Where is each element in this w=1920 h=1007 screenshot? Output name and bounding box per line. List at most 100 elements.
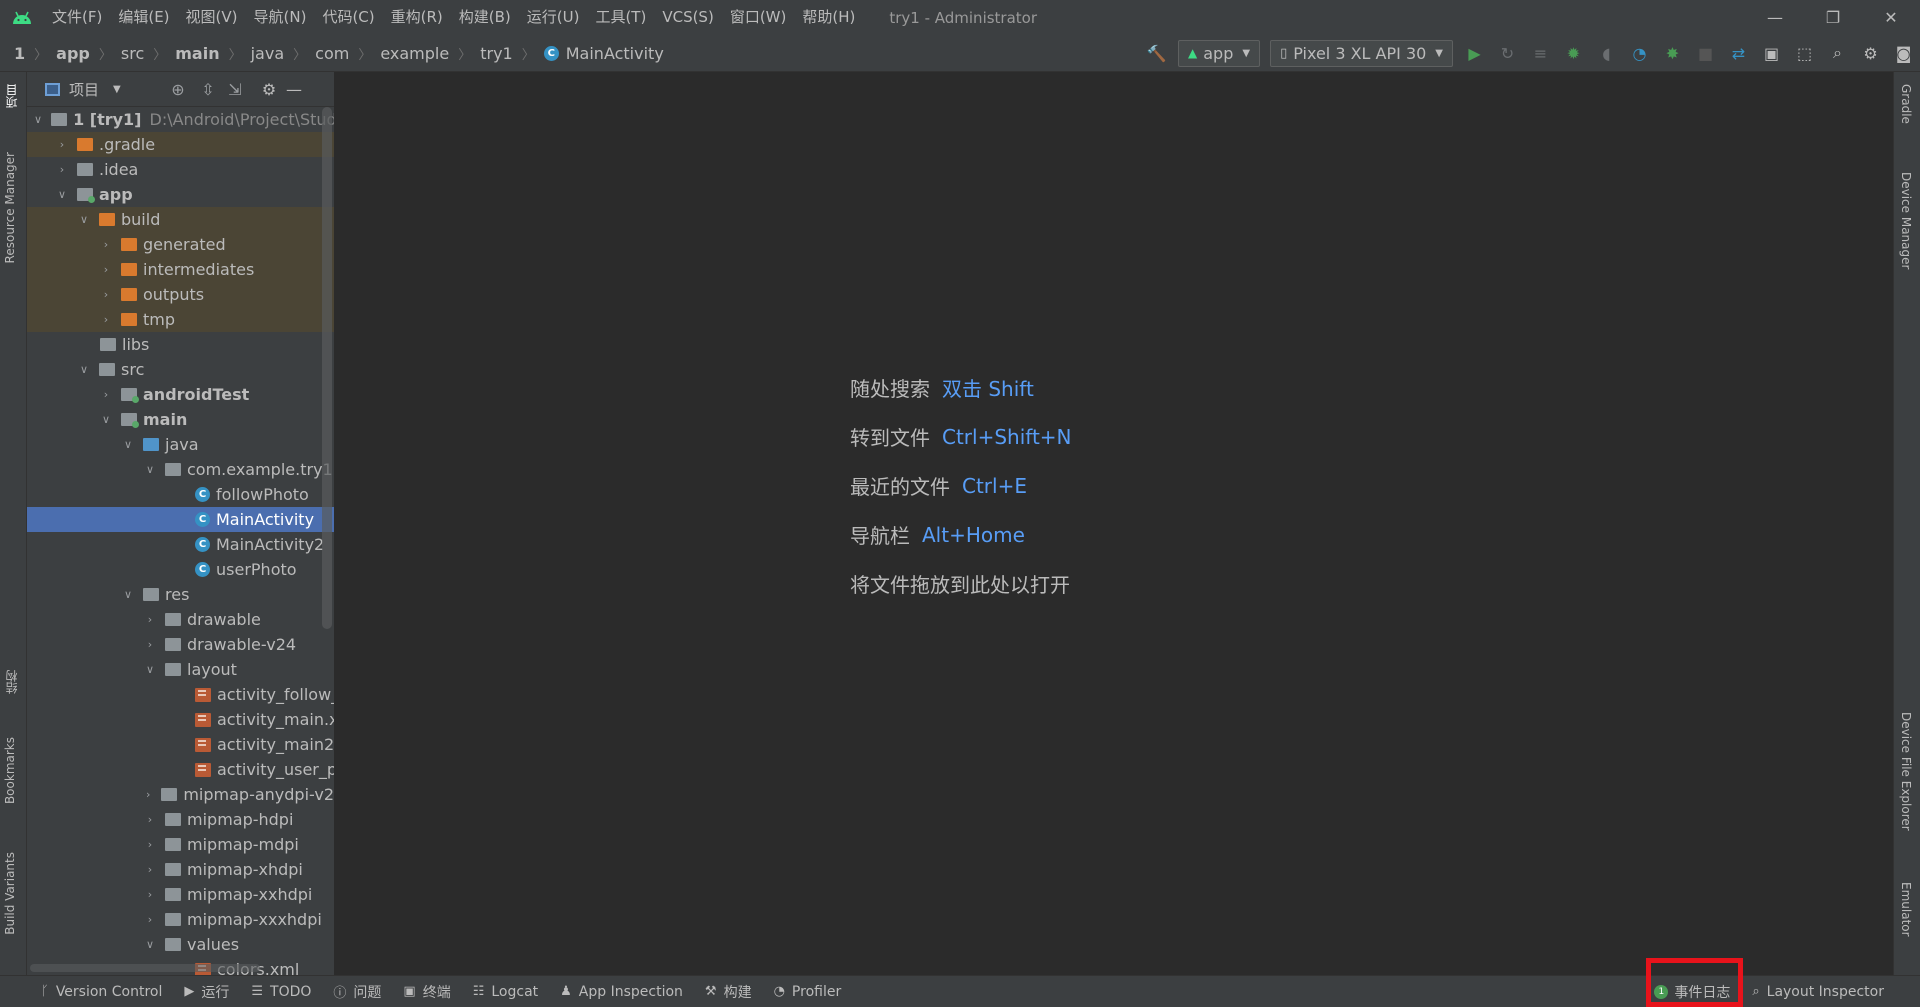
locate-file-icon[interactable]: ⊕	[163, 72, 193, 107]
tree-item-drawable-v24[interactable]: › drawable-v24	[27, 632, 334, 657]
run-config-dropdown[interactable]: ▲ app ▼	[1178, 39, 1261, 67]
menu-help[interactable]: 帮助(H)	[794, 0, 863, 35]
close-icon[interactable]: ✕	[1862, 0, 1920, 35]
tree-item-userphoto[interactable]: CuserPhoto	[27, 557, 334, 582]
account-icon[interactable]: ◙	[1887, 35, 1920, 71]
apply-code-changes-icon[interactable]: ≡	[1524, 35, 1557, 71]
tree-item-project-root[interactable]: ∨ 1 [try1] D:\Android\Project\Study\	[27, 107, 334, 132]
settings-gear-icon[interactable]: ⚙	[1854, 35, 1887, 71]
project-view-selector[interactable]: 项目 ▼	[27, 79, 121, 100]
device-dropdown[interactable]: ▯ Pixel 3 XL API 30 ▼	[1270, 39, 1453, 67]
tree-item-app[interactable]: ∨ app	[27, 182, 334, 207]
bookmarks-tool-tab[interactable]: Bookmarks	[3, 737, 17, 804]
device-manager-icon[interactable]: ▣	[1755, 35, 1788, 71]
tree-item-mipmap-xhdpi[interactable]: › mipmap-xhdpi	[27, 857, 334, 882]
problems-tab[interactable]: ⓘ 问题	[322, 982, 392, 1002]
layout-inspector-tab[interactable]: ⌕ Layout Inspector	[1741, 984, 1895, 1000]
tree-item-res[interactable]: ∨ res	[27, 582, 334, 607]
tree-item-androidtest[interactable]: › androidTest	[27, 382, 334, 407]
hide-panel-icon[interactable]: —	[279, 72, 309, 107]
menu-navigate[interactable]: 导航(N)	[246, 0, 315, 35]
tree-item-mainactivity2[interactable]: C MainActivity2	[27, 532, 334, 557]
tree-horizontal-scrollbar[interactable]	[30, 964, 260, 972]
tree-item-activity-main2[interactable]: activity_main2.xi	[27, 732, 334, 757]
breadcrumb-app[interactable]: app	[56, 44, 90, 63]
version-control-tab[interactable]: ᚴ Version Control	[30, 984, 173, 1000]
breadcrumb-java[interactable]: java	[251, 44, 285, 63]
tree-item-tmp[interactable]: › tmp	[27, 307, 334, 332]
menu-edit[interactable]: 编辑(E)	[110, 0, 177, 35]
breadcrumb-project[interactable]: 1	[14, 44, 25, 63]
minimize-icon[interactable]: —	[1746, 0, 1804, 35]
menu-tools[interactable]: 工具(T)	[587, 0, 654, 35]
project-tool-tab[interactable]: 项目	[3, 84, 20, 108]
search-icon[interactable]: ⌕	[1821, 35, 1854, 71]
build-variants-tool-tab[interactable]: Build Variants	[3, 852, 17, 935]
breadcrumb-src[interactable]: src	[121, 44, 144, 63]
tree-item-mipmap-xxxhdpi[interactable]: › mipmap-xxxhdpi	[27, 907, 334, 932]
gradle-tool-tab[interactable]: Gradle	[1899, 84, 1913, 124]
breadcrumb-com[interactable]: com	[315, 44, 349, 63]
tree-item-idea[interactable]: › .idea	[27, 157, 334, 182]
menu-file[interactable]: 文件(F)	[44, 0, 110, 35]
tree-item-package[interactable]: ∨ com.example.try1	[27, 457, 334, 482]
build-tab[interactable]: ⚒ 构建	[694, 982, 763, 1002]
tree-vertical-scrollbar[interactable]	[322, 107, 332, 629]
breadcrumb-mainactivity[interactable]: C MainActivity	[543, 44, 664, 63]
device-file-explorer-tool-tab[interactable]: Device File Explorer	[1899, 712, 1913, 831]
tree-item-outputs[interactable]: › outputs	[27, 282, 334, 307]
app-inspection-tab[interactable]: ♟ App Inspection	[549, 984, 694, 1000]
breadcrumb-example[interactable]: example	[380, 44, 449, 63]
tree-item-gradle[interactable]: › .gradle	[27, 132, 334, 157]
emulator-tool-tab[interactable]: Emulator	[1899, 882, 1913, 937]
breadcrumb-try1[interactable]: try1	[480, 44, 513, 63]
structure-tool-tab[interactable]: 结构	[3, 670, 20, 694]
tree-item-mipmap-anydpi[interactable]: › mipmap-anydpi-v2	[27, 782, 334, 807]
profiler-tab[interactable]: ◔ Profiler	[763, 984, 853, 1000]
device-manager-tool-tab[interactable]: Device Manager	[1899, 172, 1913, 269]
coverage-icon[interactable]: ◖	[1590, 35, 1623, 71]
debug-icon[interactable]: ✹	[1557, 35, 1590, 71]
tree-item-build[interactable]: ∨ build	[27, 207, 334, 232]
tree-item-layout[interactable]: ∨ layout	[27, 657, 334, 682]
run-icon[interactable]: ▶	[1458, 35, 1491, 71]
menu-refactor[interactable]: 重构(R)	[383, 0, 451, 35]
tree-item-mipmap-xxhdpi[interactable]: › mipmap-xxhdpi	[27, 882, 334, 907]
menu-code[interactable]: 代码(C)	[314, 0, 382, 35]
tree-item-src[interactable]: ∨ src	[27, 357, 334, 382]
stop-icon[interactable]: ■	[1689, 35, 1722, 71]
resource-manager-tool-tab[interactable]: Resource Manager	[3, 152, 17, 263]
restore-icon[interactable]: ❐	[1804, 0, 1862, 35]
tree-item-activity-main[interactable]: activity_main.xm	[27, 707, 334, 732]
tree-item-mipmap-hdpi[interactable]: › mipmap-hdpi	[27, 807, 334, 832]
todo-tab[interactable]: ☰ TODO	[240, 984, 322, 1000]
build-hammer-icon[interactable]: 🔨	[1140, 35, 1173, 71]
profile-icon[interactable]: ◔	[1623, 35, 1656, 71]
menu-run[interactable]: 运行(U)	[519, 0, 588, 35]
tree-item-activity-user[interactable]: activity_user_ph	[27, 757, 334, 782]
attach-debugger-icon[interactable]: ✸	[1656, 35, 1689, 71]
tree-item-intermediates[interactable]: › intermediates	[27, 257, 334, 282]
tree-item-followphoto[interactable]: CfollowPhoto	[27, 482, 334, 507]
menu-build[interactable]: 构建(B)	[451, 0, 519, 35]
sdk-manager-icon[interactable]: ⬚	[1788, 35, 1821, 71]
apply-changes-icon[interactable]: ↻	[1491, 35, 1524, 71]
sync-gradle-icon[interactable]: ⇄	[1722, 35, 1755, 71]
tree-item-activity-follow[interactable]: activity_follow_p	[27, 682, 334, 707]
terminal-tab[interactable]: ▣ 终端	[392, 982, 461, 1002]
menu-window[interactable]: 窗口(W)	[722, 0, 795, 35]
menu-view[interactable]: 视图(V)	[178, 0, 246, 35]
collapse-all-icon[interactable]: ⇲	[220, 72, 250, 107]
breadcrumb-main[interactable]: main	[175, 44, 219, 63]
tree-item-mipmap-mdpi[interactable]: › mipmap-mdpi	[27, 832, 334, 857]
tree-item-drawable[interactable]: › drawable	[27, 607, 334, 632]
logcat-tab[interactable]: ☷ Logcat	[462, 984, 549, 1000]
expand-all-icon[interactable]: ⇳	[193, 72, 223, 107]
run-tab[interactable]: ▶ 运行	[173, 982, 240, 1002]
menu-vcs[interactable]: VCS(S)	[654, 0, 721, 35]
tree-item-mainactivity[interactable]: C MainActivity	[27, 507, 334, 532]
tree-item-main[interactable]: ∨ main	[27, 407, 334, 432]
tree-item-values[interactable]: ∨ values	[27, 932, 334, 957]
tree-item-java[interactable]: ∨ java	[27, 432, 334, 457]
tree-item-libs[interactable]: libs	[27, 332, 334, 357]
